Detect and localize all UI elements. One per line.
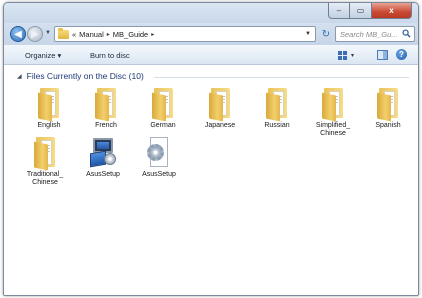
breadcrumb-mb-guide[interactable]: MB_Guide <box>113 30 148 39</box>
file-item-traditional-chinese[interactable]: Traditional_ Chinese <box>23 135 67 187</box>
setup-config-icon <box>146 135 172 169</box>
views-dropdown-icon[interactable]: ▾ <box>351 52 354 59</box>
file-item-french[interactable]: French <box>84 86 128 130</box>
file-label: French <box>95 122 117 129</box>
file-item-asussetup-config[interactable]: AsusSetup <box>137 135 181 179</box>
file-label: English <box>37 122 61 129</box>
file-label: Japanese <box>204 122 236 129</box>
file-item-asussetup-exe[interactable]: AsusSetup <box>81 135 125 179</box>
back-button[interactable]: ◀ <box>10 26 26 42</box>
forward-button[interactable]: ▶ <box>27 26 43 42</box>
address-bar[interactable]: « Manual ▸ MB_Guide ▸ ▼ <box>54 26 316 42</box>
address-dropdown-icon[interactable]: ▼ <box>305 31 311 37</box>
file-item-japanese[interactable]: Japanese <box>198 86 242 130</box>
command-bar: Organize ▾ Burn to disc ▾ ? <box>4 45 418 65</box>
burn-to-disc-button[interactable]: Burn to disc <box>90 51 130 60</box>
refresh-button[interactable]: ↻ <box>319 26 333 42</box>
recent-pages-dropdown[interactable]: ▼ <box>45 30 51 36</box>
folder-icon <box>37 86 61 122</box>
title-bar: – ▭ x <box>4 3 418 23</box>
file-item-russian[interactable]: Russian <box>255 86 299 130</box>
file-item-simplified-chinese[interactable]: Simplified_ Chinese <box>311 86 355 138</box>
maximize-button[interactable]: ▭ <box>350 3 372 19</box>
folder-icon <box>208 86 232 122</box>
setup-application-icon <box>88 135 118 169</box>
breadcrumb-manual[interactable]: Manual <box>79 30 104 39</box>
file-label: Spanish <box>375 122 401 129</box>
file-label: AsusSetup <box>142 171 176 178</box>
search-input[interactable]: Search MB_Gu... <box>335 26 415 42</box>
folder-icon <box>58 27 69 39</box>
back-arrow-icon: ◀ <box>14 28 22 40</box>
file-label: Simplified_ Chinese <box>315 122 351 137</box>
file-item-english[interactable]: English <box>27 86 71 130</box>
change-view-button[interactable]: ▾ <box>338 50 360 61</box>
file-label: AsusSetup <box>86 171 120 178</box>
close-button[interactable]: x <box>372 3 412 19</box>
breadcrumb-separator-icon[interactable]: ▸ <box>107 31 110 38</box>
folder-icon <box>151 86 175 122</box>
search-placeholder: Search MB_Gu... <box>340 29 398 39</box>
navigation-bar: ◀ ▶ ▼ « Manual ▸ MB_Guide ▸ ▼ ↻ Search M… <box>4 23 418 45</box>
breadcrumb-separator-icon[interactable]: ▸ <box>151 31 154 38</box>
folder-icon <box>33 135 57 171</box>
folder-icon <box>265 86 289 122</box>
forward-arrow-icon: ▶ <box>31 28 39 40</box>
views-icon <box>338 51 348 60</box>
file-list: ◢ Files Currently on the Disc (10) Engli… <box>4 66 418 295</box>
file-label: Russian <box>264 122 290 129</box>
organize-menu[interactable]: Organize ▾ <box>25 51 61 60</box>
folder-icon <box>321 86 345 122</box>
file-item-spanish[interactable]: Spanish <box>366 86 410 130</box>
caption-buttons: – ▭ x <box>328 3 412 19</box>
help-button[interactable]: ? <box>396 49 407 60</box>
search-icon[interactable] <box>402 29 411 38</box>
file-item-german[interactable]: German <box>141 86 185 130</box>
folder-icon <box>94 86 118 122</box>
explorer-window: – ▭ x ◀ ▶ ▼ « Manual ▸ MB_Guide ▸ ▼ ↻ Se… <box>3 2 419 296</box>
folder-icon <box>376 86 400 122</box>
refresh-icon: ↻ <box>321 28 331 40</box>
help-icon: ? <box>399 50 404 59</box>
group-header[interactable]: ◢ Files Currently on the Disc (10) <box>17 71 144 81</box>
minimize-button[interactable]: – <box>328 3 350 19</box>
preview-pane-button[interactable] <box>377 50 388 60</box>
group-header-label: Files Currently on the Disc (10) <box>26 71 144 81</box>
group-divider <box>154 77 409 78</box>
address-overflow[interactable]: « <box>72 30 76 39</box>
file-label: German <box>150 122 176 129</box>
file-label: Traditional_ Chinese <box>26 171 64 186</box>
collapse-arrow-icon[interactable]: ◢ <box>17 73 22 80</box>
